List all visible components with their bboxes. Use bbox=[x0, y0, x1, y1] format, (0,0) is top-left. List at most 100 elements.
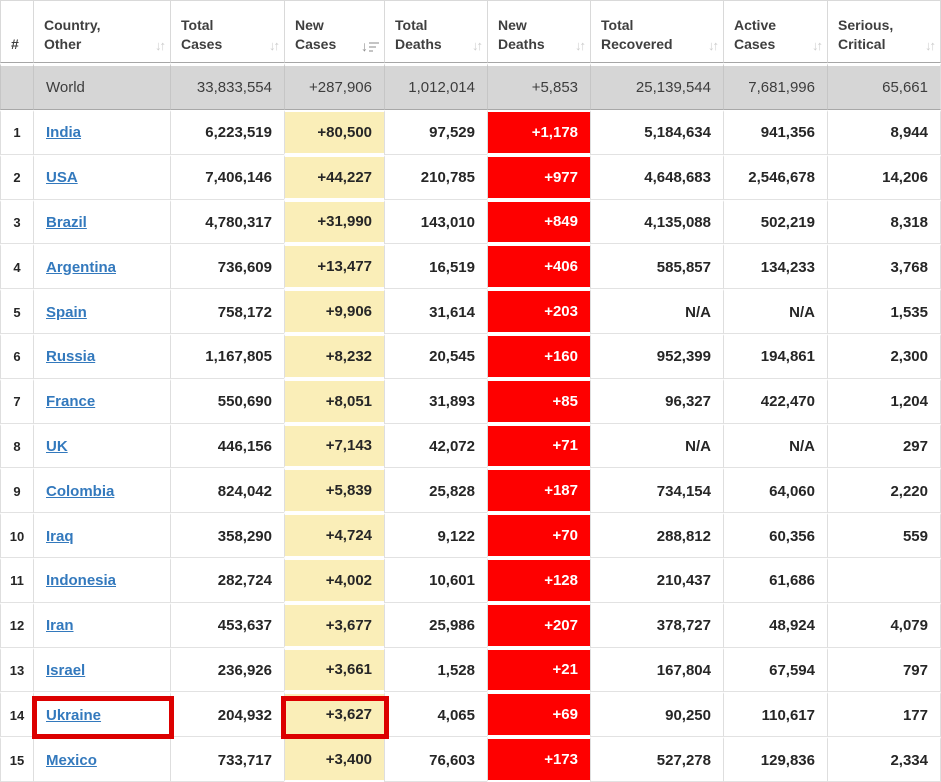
cell-rank: 3 bbox=[0, 200, 33, 245]
country-link[interactable]: USA bbox=[46, 169, 78, 186]
column-header-active-cases[interactable]: ActiveCases↓↑ bbox=[723, 0, 827, 63]
cell-total-cases: 736,609 bbox=[170, 244, 284, 289]
cell-country: Iraq bbox=[33, 513, 170, 558]
cell-rank: 6 bbox=[0, 334, 33, 379]
country-link[interactable]: Indonesia bbox=[46, 572, 116, 589]
cell-active-cases: 941,356 bbox=[723, 110, 827, 155]
cell-total-recovered: 4,648,683 bbox=[590, 155, 723, 200]
cell-active-cases: 194,861 bbox=[723, 334, 827, 379]
column-header-label: Total bbox=[395, 16, 481, 35]
sort-both-icon: ↓↑ bbox=[155, 39, 164, 52]
country-link[interactable]: Colombia bbox=[46, 483, 114, 500]
cell-active-cases: 422,470 bbox=[723, 379, 827, 424]
cell-rank: 12 bbox=[0, 603, 33, 648]
cell-new-cases: +5,839 bbox=[284, 468, 384, 513]
sort-bars-icon bbox=[369, 40, 379, 53]
country-link[interactable]: Iraq bbox=[46, 528, 74, 545]
down-arrow-icon: ↓ bbox=[361, 40, 368, 53]
cell-new-deaths: +406 bbox=[487, 244, 590, 289]
column-header-label: New bbox=[498, 16, 584, 35]
country-link[interactable]: Argentina bbox=[46, 259, 116, 276]
cell-country: USA bbox=[33, 155, 170, 200]
table-row: 6Russia1,167,805+8,23220,545+160952,3991… bbox=[0, 334, 941, 379]
cell-country: Brazil bbox=[33, 200, 170, 245]
cell-country: Ukraine bbox=[33, 692, 170, 737]
cell-active-cases: 67,594 bbox=[723, 648, 827, 693]
cell-new-cases: +13,477 bbox=[284, 244, 384, 289]
cell-total-cases: 1,167,805 bbox=[170, 334, 284, 379]
country-link[interactable]: Russia bbox=[46, 348, 95, 365]
country-link[interactable]: India bbox=[46, 124, 81, 141]
cell-serious-critical: 65,661 bbox=[827, 63, 941, 110]
country-link[interactable]: Brazil bbox=[46, 214, 87, 231]
cell-country: Spain bbox=[33, 289, 170, 334]
table-row: 5Spain758,172+9,90631,614+203N/AN/A1,535 bbox=[0, 289, 941, 334]
cell-new-cases: +4,002 bbox=[284, 558, 384, 603]
cell-total-deaths: 97,529 bbox=[384, 110, 487, 155]
cell-country: Iran bbox=[33, 603, 170, 648]
column-header-label: Recovered bbox=[601, 35, 717, 54]
cell-active-cases: 7,681,996 bbox=[723, 63, 827, 110]
cell-rank: 7 bbox=[0, 379, 33, 424]
cell-total-deaths: 76,603 bbox=[384, 737, 487, 782]
column-header-total-deaths[interactable]: TotalDeaths↓↑ bbox=[384, 0, 487, 63]
cell-total-cases: 4,780,317 bbox=[170, 200, 284, 245]
column-header-new-deaths[interactable]: NewDeaths↓↑ bbox=[487, 0, 590, 63]
sort-both-icon: ↓↑ bbox=[269, 39, 278, 52]
table-row: 1India6,223,519+80,50097,529+1,1785,184,… bbox=[0, 110, 941, 155]
cell-country: Colombia bbox=[33, 468, 170, 513]
cell-country: World bbox=[33, 63, 170, 110]
table-header-row: #Country,Other↓↑TotalCases↓↑NewCases↓Tot… bbox=[0, 0, 941, 63]
cell-total-recovered: 4,135,088 bbox=[590, 200, 723, 245]
cell-serious-critical: 3,768 bbox=[827, 244, 941, 289]
cell-serious-critical bbox=[827, 558, 941, 603]
cell-serious-critical: 797 bbox=[827, 648, 941, 693]
sort-both-icon: ↓↑ bbox=[925, 39, 934, 52]
cell-total-recovered: 96,327 bbox=[590, 379, 723, 424]
cell-active-cases: N/A bbox=[723, 424, 827, 469]
cell-total-deaths: 143,010 bbox=[384, 200, 487, 245]
country-link[interactable]: Spain bbox=[46, 304, 87, 321]
country-link[interactable]: Iran bbox=[46, 617, 74, 634]
column-header-label: Deaths bbox=[498, 35, 584, 54]
cell-rank: 15 bbox=[0, 737, 33, 782]
column-header-label: Country, bbox=[44, 16, 164, 35]
column-header-label: Cases bbox=[734, 35, 821, 54]
cell-total-deaths: 25,828 bbox=[384, 468, 487, 513]
country-link[interactable]: Mexico bbox=[46, 752, 97, 769]
cell-rank: 2 bbox=[0, 155, 33, 200]
column-header-serious-critical[interactable]: Serious,Critical↓↑ bbox=[827, 0, 941, 63]
cell-new-deaths: +173 bbox=[487, 737, 590, 782]
cell-active-cases: 110,617 bbox=[723, 692, 827, 737]
cell-total-recovered: 210,437 bbox=[590, 558, 723, 603]
cell-serious-critical: 177 bbox=[827, 692, 941, 737]
cell-new-deaths: +71 bbox=[487, 424, 590, 469]
cell-new-cases: +31,990 bbox=[284, 200, 384, 245]
cell-total-recovered: 378,727 bbox=[590, 603, 723, 648]
country-link[interactable]: Ukraine bbox=[46, 707, 101, 724]
column-header-country[interactable]: Country,Other↓↑ bbox=[33, 0, 170, 63]
country-link[interactable]: France bbox=[46, 393, 95, 410]
table-row: 9Colombia824,042+5,83925,828+187734,1546… bbox=[0, 468, 941, 513]
country-link[interactable]: Israel bbox=[46, 662, 85, 679]
cell-total-cases: 453,637 bbox=[170, 603, 284, 648]
column-header-label: Total bbox=[181, 16, 278, 35]
sort-both-icon: ↓↑ bbox=[812, 39, 821, 52]
cell-active-cases: 61,686 bbox=[723, 558, 827, 603]
cell-serious-critical: 8,318 bbox=[827, 200, 941, 245]
cell-active-cases: 502,219 bbox=[723, 200, 827, 245]
cell-serious-critical: 559 bbox=[827, 513, 941, 558]
column-header-new-cases[interactable]: NewCases↓ bbox=[284, 0, 384, 63]
cell-active-cases: 134,233 bbox=[723, 244, 827, 289]
column-header-label: # bbox=[11, 35, 27, 54]
cell-total-deaths: 1,012,014 bbox=[384, 63, 487, 110]
column-header-label: Active bbox=[734, 16, 821, 35]
cell-total-cases: 758,172 bbox=[170, 289, 284, 334]
column-header-total-cases[interactable]: TotalCases↓↑ bbox=[170, 0, 284, 63]
sort-both-icon: ↓↑ bbox=[472, 39, 481, 52]
column-header-total-recovered[interactable]: TotalRecovered↓↑ bbox=[590, 0, 723, 63]
country-link[interactable]: UK bbox=[46, 438, 68, 455]
cell-rank bbox=[0, 63, 33, 110]
cell-total-recovered: 527,278 bbox=[590, 737, 723, 782]
cell-total-cases: 550,690 bbox=[170, 379, 284, 424]
